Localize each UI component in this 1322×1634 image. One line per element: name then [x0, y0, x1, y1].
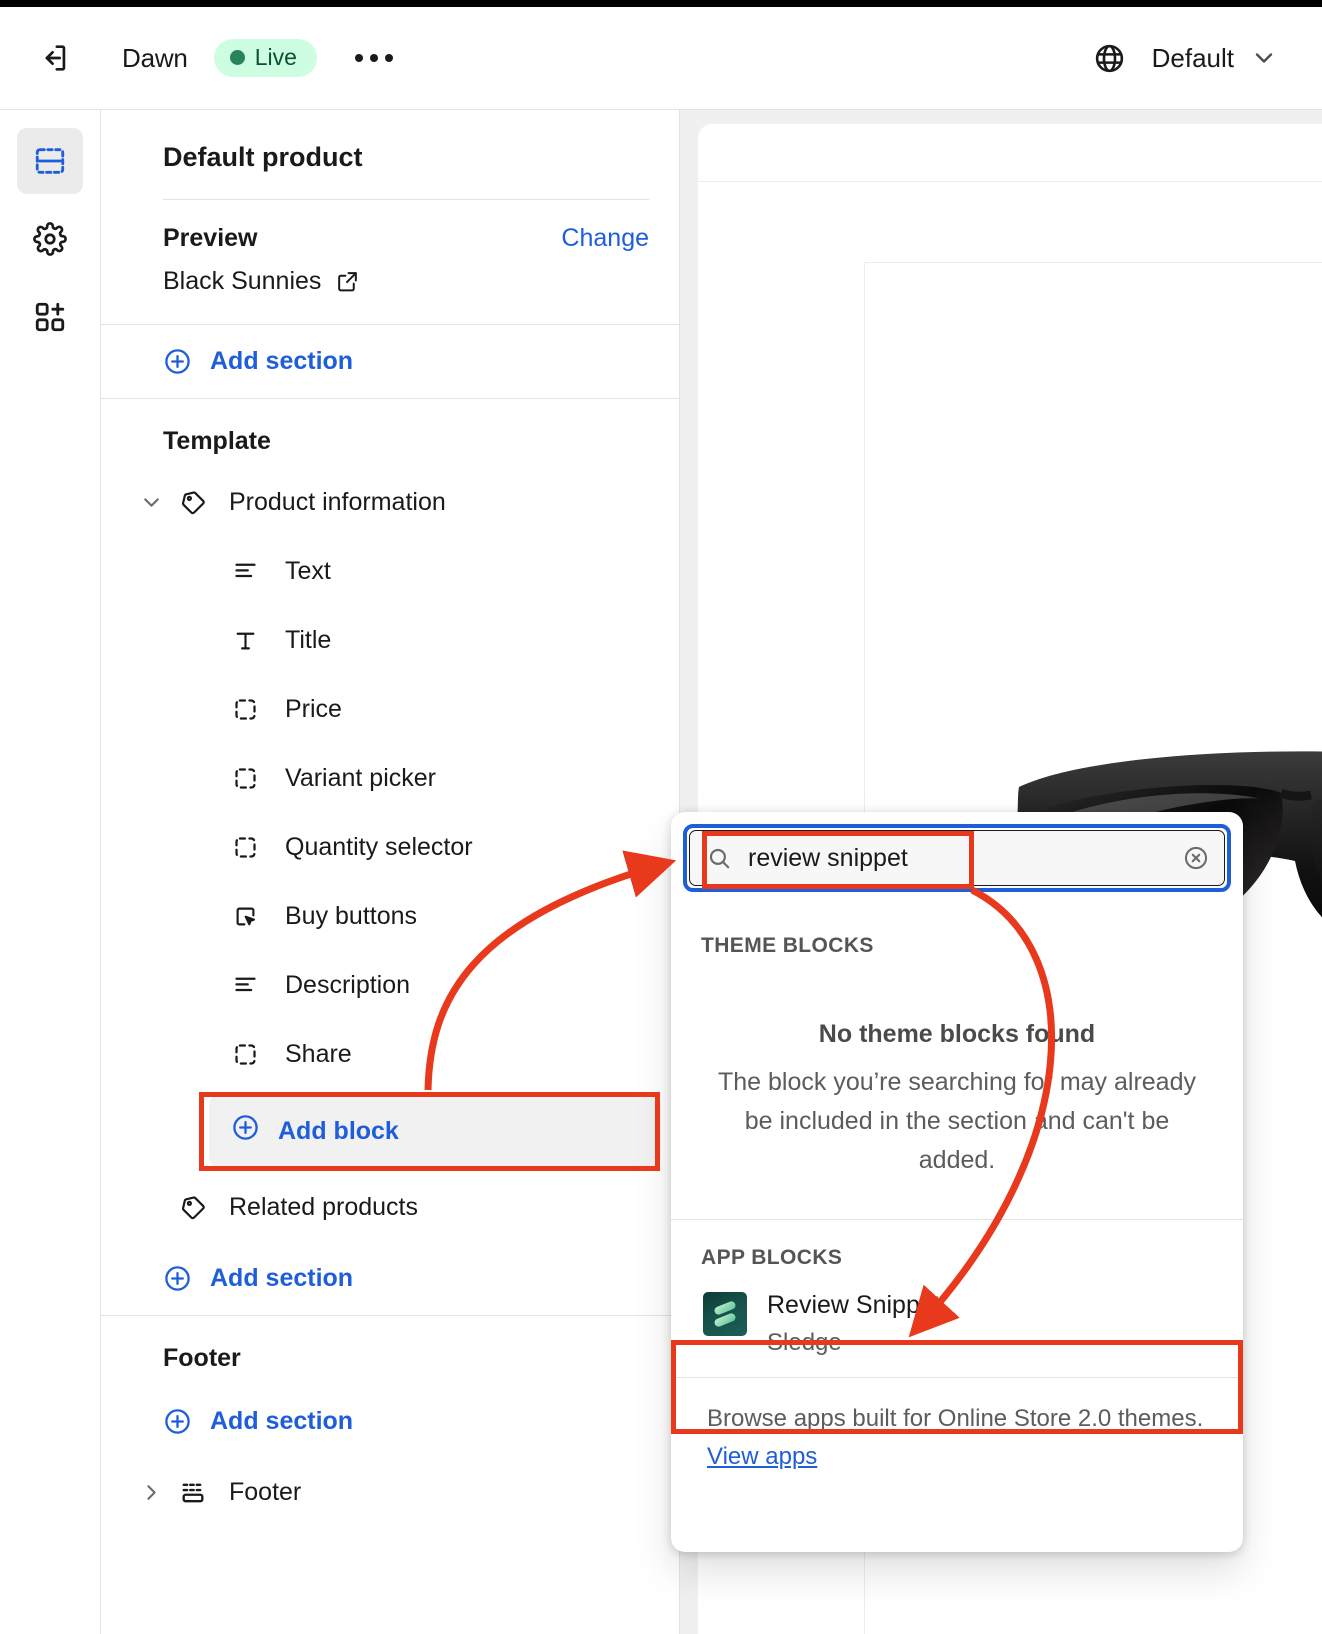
text-lines-icon — [225, 972, 265, 999]
theme-name: Dawn — [122, 43, 188, 74]
status-dot-icon — [230, 50, 245, 65]
block-row[interactable]: Text — [101, 537, 679, 606]
block-row[interactable]: Variant picker — [101, 744, 679, 813]
preview-product-name: Black Sunnies — [163, 267, 321, 296]
plus-circle-icon — [231, 1113, 260, 1149]
plus-circle-icon — [163, 1264, 192, 1293]
app-block-texts: Review Snippet Sledge — [767, 1292, 941, 1356]
add-block-button[interactable]: Add block — [209, 1095, 661, 1167]
placeholder-block-icon — [225, 1041, 265, 1068]
external-link-icon[interactable] — [335, 269, 360, 294]
search-input[interactable] — [748, 844, 1182, 873]
preview-product-value: Black Sunnies — [101, 253, 679, 324]
block-label: Price — [285, 695, 342, 724]
search-icon — [706, 845, 732, 871]
section-footer[interactable]: Footer — [101, 1458, 679, 1527]
block-label: Description — [285, 971, 410, 1000]
add-section-button-middle[interactable]: Add section — [101, 1242, 679, 1315]
window-top-bar — [0, 0, 1322, 7]
add-block-popover: THEME BLOCKS No theme blocks found The b… — [671, 812, 1243, 1552]
add-section-button-top[interactable]: Add section — [101, 325, 679, 398]
block-row[interactable]: Buy buttons — [101, 882, 679, 951]
more-options-button[interactable] — [347, 36, 401, 80]
exit-icon[interactable] — [30, 34, 78, 82]
left-icon-rail — [0, 110, 101, 1634]
footer-block-icon — [171, 1479, 215, 1507]
clear-circle-icon[interactable] — [1182, 844, 1210, 872]
browse-apps-text: Browse apps built for Online Store 2.0 t… — [707, 1405, 1203, 1432]
block-row[interactable]: Price — [101, 675, 679, 744]
header-right-group: Default — [1090, 38, 1322, 78]
rail-item-settings[interactable] — [17, 206, 83, 272]
add-section-label: Add section — [210, 347, 353, 376]
plus-circle-icon — [163, 347, 192, 376]
block-label: Title — [285, 626, 331, 655]
app-block-vendor: Sledge — [767, 1329, 941, 1357]
add-section-label: Add section — [210, 1407, 353, 1436]
add-block-label: Add block — [278, 1117, 399, 1146]
tag-icon — [171, 488, 215, 517]
block-label: Text — [285, 557, 331, 586]
block-row[interactable]: Share — [101, 1020, 679, 1089]
section-related-products[interactable]: Related products — [101, 1173, 679, 1242]
preview-header-divider — [698, 181, 1322, 182]
placeholder-block-icon — [225, 765, 265, 792]
block-label: Share — [285, 1040, 352, 1069]
section-label: Product information — [229, 488, 446, 517]
locale-selector-label[interactable]: Default — [1152, 43, 1234, 74]
search-field-wrapper — [683, 824, 1231, 892]
text-lines-icon — [225, 558, 265, 585]
block-label: Buy buttons — [285, 902, 417, 931]
cursor-button-icon — [225, 903, 265, 930]
sections-sidebar: Default product Preview Change Black Sun… — [101, 110, 680, 1634]
app-block-name: Review Snippet — [767, 1292, 941, 1318]
globe-icon[interactable] — [1090, 38, 1130, 78]
empty-state-body: The block you’re searching for may alrea… — [671, 1049, 1243, 1179]
title-t-icon — [225, 627, 265, 654]
app-header: Dawn Live Default — [0, 7, 1322, 110]
tag-icon — [171, 1193, 215, 1222]
add-block-wrapper: Add block — [209, 1095, 661, 1167]
change-preview-link[interactable]: Change — [561, 224, 649, 253]
rail-item-sections[interactable] — [17, 128, 83, 194]
block-label: Quantity selector — [285, 833, 473, 862]
status-badge-label: Live — [255, 46, 297, 69]
rail-item-apps[interactable] — [17, 284, 83, 350]
placeholder-block-icon — [225, 696, 265, 723]
search-field[interactable] — [689, 830, 1225, 886]
page-title: Default product — [101, 110, 679, 199]
placeholder-block-icon — [225, 834, 265, 861]
browse-apps-note: Browse apps built for Online Store 2.0 t… — [671, 1378, 1243, 1477]
app-block-item-review-snippet[interactable]: Review Snippet Sledge — [671, 1270, 1243, 1376]
dot-icon — [370, 54, 378, 62]
chevron-right-icon[interactable] — [131, 1480, 171, 1505]
template-group-title: Template — [101, 399, 679, 468]
dot-icon — [355, 54, 363, 62]
preview-label: Preview — [163, 224, 258, 253]
block-row[interactable]: Quantity selector — [101, 813, 679, 882]
add-section-label: Add section — [210, 1264, 353, 1293]
block-label: Variant picker — [285, 764, 436, 793]
app-blocks-heading: APP BLOCKS — [671, 1220, 1243, 1270]
chevron-down-icon[interactable] — [1250, 44, 1278, 72]
preview-row: Preview Change — [101, 200, 679, 253]
status-badge: Live — [214, 39, 317, 77]
section-product-information[interactable]: Product information — [101, 468, 679, 537]
plus-circle-icon — [163, 1407, 192, 1436]
block-row[interactable]: Description — [101, 951, 679, 1020]
header-left-group: Dawn Live — [0, 34, 401, 82]
empty-state-title: No theme blocks found — [671, 958, 1243, 1049]
add-section-button-footer[interactable]: Add section — [101, 1385, 679, 1458]
section-label: Footer — [229, 1478, 301, 1507]
chevron-down-icon[interactable] — [131, 490, 171, 515]
section-label: Related products — [229, 1193, 418, 1222]
block-row[interactable]: Title — [101, 606, 679, 675]
theme-blocks-heading: THEME BLOCKS — [671, 892, 1243, 958]
view-apps-link[interactable]: View apps — [707, 1443, 817, 1470]
dot-icon — [385, 54, 393, 62]
sledge-app-icon — [703, 1292, 747, 1336]
theme-editor-screen: Dawn Live Default — [0, 0, 1322, 1634]
footer-group-title: Footer — [101, 1316, 679, 1385]
